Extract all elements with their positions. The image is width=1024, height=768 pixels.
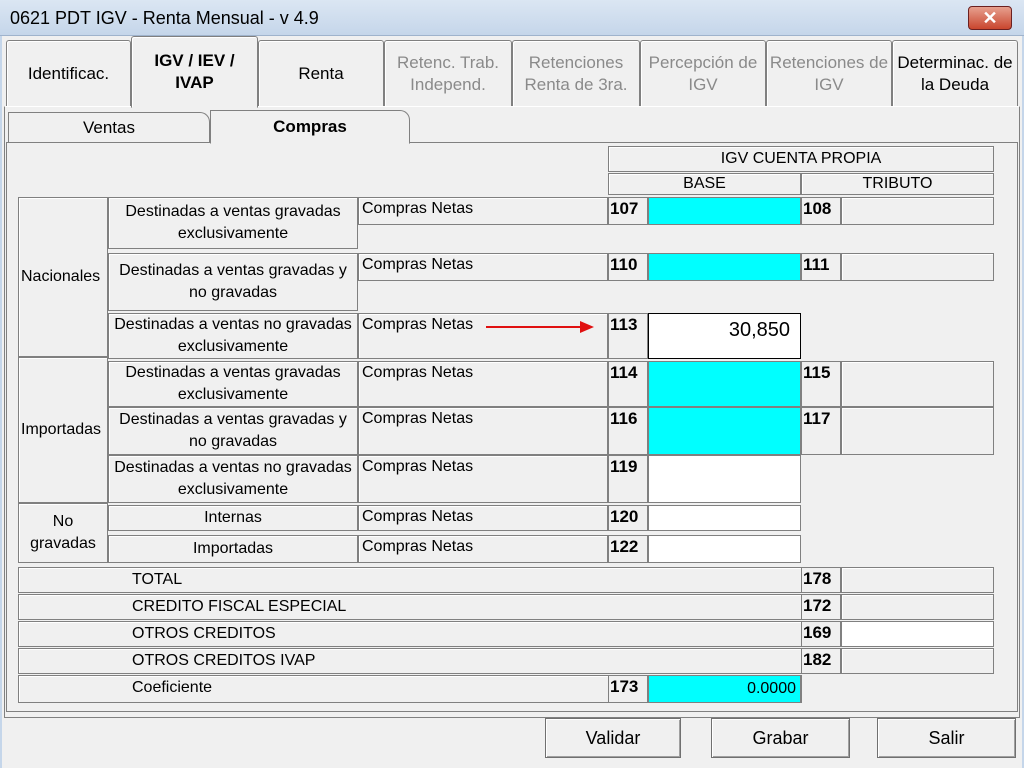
- field-117: [841, 407, 994, 455]
- tab-determinac-label: Determinac. de la Deuda: [897, 52, 1013, 94]
- field-114[interactable]: [648, 361, 801, 407]
- grabar-button[interactable]: Grabar: [711, 718, 850, 758]
- desc-110: Destinadas a ventas gravadas y no gravad…: [108, 253, 358, 311]
- code-107: 107: [608, 197, 648, 225]
- desc-120: Internas: [108, 505, 358, 531]
- type-119: Compras Netas: [358, 455, 608, 503]
- header-igv-cuenta-propia: IGV CUENTA PROPIA: [608, 146, 994, 172]
- group-importadas: Importadas: [18, 357, 108, 503]
- desc-114: Destinadas a ventas gravadas exclusivame…: [108, 361, 358, 407]
- desc-122: Importadas: [108, 535, 358, 563]
- field-116[interactable]: [648, 407, 801, 455]
- code-116: 116: [608, 407, 648, 455]
- tab-percepcion-igv[interactable]: Percepción de IGV: [640, 40, 766, 106]
- type-107: Compras Netas: [358, 197, 608, 225]
- type-116: Compras Netas: [358, 407, 608, 455]
- label-coeficiente: Coeficiente: [132, 679, 213, 696]
- label-otros-creditos-ivap: OTROS CREDITOS IVAP: [132, 652, 316, 669]
- code-120: 120: [608, 505, 648, 531]
- desc-113: Destinadas a ventas no gravadas exclusiv…: [108, 313, 358, 359]
- field-107[interactable]: [648, 197, 801, 225]
- code-114: 114: [608, 361, 648, 407]
- tab-renta[interactable]: Renta: [258, 40, 384, 106]
- tab-igv-label: IGV / IEV / IVAP: [154, 51, 235, 92]
- window-title: 0621 PDT IGV - Renta Mensual - v 4.9: [10, 8, 319, 28]
- tab-retenciones-igv-label: Retenciones de IGV: [769, 52, 889, 94]
- code-111: 111: [801, 253, 841, 281]
- group-nacionales: Nacionales: [18, 197, 108, 357]
- label-total: TOTAL: [132, 571, 183, 588]
- group-nacionales-label: Nacionales: [21, 268, 101, 285]
- header-tributo: TRIBUTO: [801, 173, 994, 195]
- type-120: Compras Netas: [358, 505, 608, 531]
- field-173[interactable]: 0.0000: [648, 675, 801, 703]
- type-122: Compras Netas: [358, 535, 608, 563]
- close-button[interactable]: ✕: [968, 6, 1012, 30]
- group-no-gravadas: No gravadas: [18, 503, 108, 563]
- field-110[interactable]: [648, 253, 801, 281]
- code-110: 110: [608, 253, 648, 281]
- field-122[interactable]: [648, 535, 801, 563]
- tab-retenc-trab-label: Retenc. Trab. Independ.: [396, 52, 500, 94]
- code-119: 119: [608, 455, 648, 503]
- subtab-compras[interactable]: Compras: [210, 110, 410, 144]
- code-172: 172: [801, 594, 841, 620]
- code-122: 122: [608, 535, 648, 563]
- field-178: [841, 567, 994, 593]
- group-no-gravadas-label: No gravadas: [30, 513, 96, 552]
- code-173: 173: [608, 675, 648, 703]
- field-172: [841, 594, 994, 620]
- label-credito-fiscal-especial: CREDITO FISCAL ESPECIAL: [132, 598, 347, 615]
- code-117: 117: [801, 407, 841, 455]
- tab-igv-iev-ivap[interactable]: IGV / IEV / IVAP: [131, 36, 258, 108]
- code-169: 169: [801, 621, 841, 647]
- code-178: 178: [801, 567, 841, 593]
- tab-retenciones-igv[interactable]: Retenciones de IGV: [766, 40, 892, 106]
- tab-retenciones-renta-3ra[interactable]: Retenciones Renta de 3ra.: [512, 40, 640, 106]
- red-arrow-icon: [486, 321, 594, 333]
- tab-percepcion-label: Percepción de IGV: [648, 52, 758, 94]
- code-108: 108: [801, 197, 841, 225]
- label-otros-creditos: OTROS CREDITOS: [132, 625, 276, 642]
- tab-retenciones-renta-label: Retenciones Renta de 3ra.: [524, 52, 628, 94]
- field-119[interactable]: [648, 455, 801, 503]
- desc-116: Destinadas a ventas gravadas y no gravad…: [108, 407, 358, 455]
- type-114: Compras Netas: [358, 361, 608, 407]
- field-108: [841, 197, 994, 225]
- tab-retenc-trab-independ[interactable]: Retenc. Trab. Independ.: [384, 40, 512, 106]
- code-115: 115: [801, 361, 841, 407]
- field-120[interactable]: [648, 505, 801, 531]
- field-182: [841, 648, 994, 674]
- type-110: Compras Netas: [358, 253, 608, 281]
- group-importadas-label: Importadas: [21, 421, 102, 438]
- field-111: [841, 253, 994, 281]
- subtab-ventas[interactable]: Ventas: [8, 112, 210, 142]
- code-182: 182: [801, 648, 841, 674]
- field-113[interactable]: 30,850: [648, 313, 801, 359]
- salir-button[interactable]: Salir: [877, 718, 1016, 758]
- field-115: [841, 361, 994, 407]
- header-base: BASE: [608, 173, 801, 195]
- validar-button[interactable]: Validar: [545, 718, 681, 758]
- field-169[interactable]: [841, 621, 994, 647]
- code-113: 113: [608, 313, 648, 359]
- desc-107: Destinadas a ventas gravadas exclusivame…: [108, 197, 358, 249]
- tab-identificacion[interactable]: Identificac.: [6, 40, 131, 106]
- tab-determinac-deuda[interactable]: Determinac. de la Deuda: [892, 40, 1018, 106]
- desc-119: Destinadas a ventas no gravadas exclusiv…: [108, 455, 358, 503]
